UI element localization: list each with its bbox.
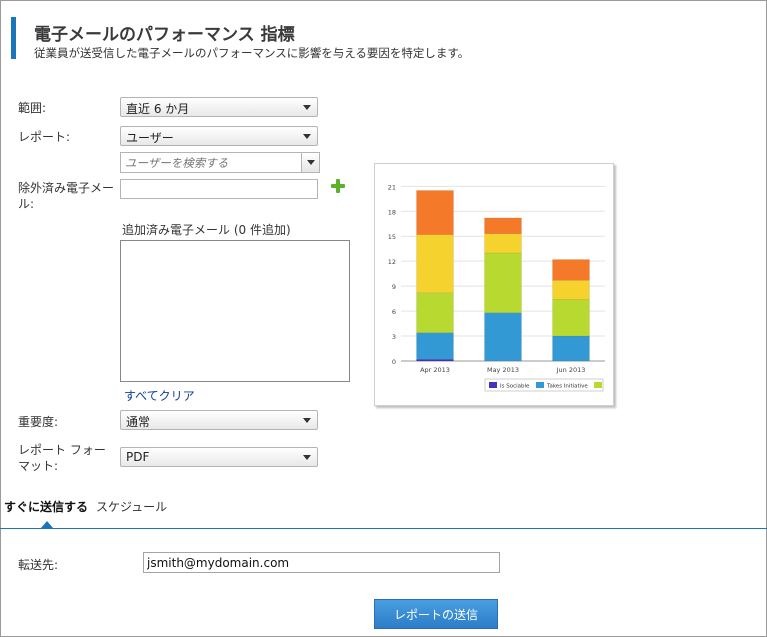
y-tick-label: 21 (388, 183, 396, 191)
chevron-down-icon (307, 160, 315, 165)
range-label: 範囲: (18, 101, 47, 115)
user-search-dropdown-button[interactable] (301, 153, 319, 172)
chevron-down-icon (303, 134, 311, 139)
bar-segment (416, 332, 454, 360)
x-tick-label: Apr 2013 (420, 366, 450, 374)
bar-segment (484, 233, 522, 254)
tab-schedule[interactable]: スケジュール (96, 498, 167, 515)
bar-segment (484, 252, 522, 314)
user-search-combobox[interactable] (120, 152, 320, 173)
importance-select[interactable]: 通常 (120, 410, 318, 430)
range-select[interactable]: 直近 6 か月 (120, 97, 318, 117)
bar-segment (552, 299, 590, 337)
y-tick-label: 0 (392, 358, 396, 366)
legend-swatch (489, 382, 497, 388)
bar-segment (484, 312, 522, 362)
bar-segment (552, 259, 590, 281)
legend-swatch (594, 382, 602, 388)
y-tick-label: 18 (388, 208, 396, 216)
y-tick-label: 12 (388, 258, 396, 266)
stacked-bar-chart: 0 3 6 9 12 15 18 21 Apr 2013 May 2013 Jun 2013 Is S… (388, 183, 605, 392)
report-select[interactable]: ユーザー (120, 126, 318, 146)
legend-label: Is Sociable (500, 384, 530, 390)
chevron-down-icon (303, 105, 311, 110)
range-select-value: 直近 6 か月 (126, 102, 190, 116)
importance-label: 重要度: (18, 415, 59, 429)
send-report-button[interactable]: レポートの送信 (374, 599, 498, 629)
y-tick-label: 3 (392, 333, 396, 341)
tab-send-now[interactable]: すぐに送信する (4, 498, 88, 515)
added-emails-label: 追加済み電子メール (0 件追加) (122, 223, 291, 237)
title-accent-bar (11, 17, 16, 59)
y-tick-label: 9 (392, 283, 396, 291)
tab-divider (0, 528, 767, 529)
bar-segment (416, 292, 454, 333)
importance-select-value: 通常 (126, 415, 151, 429)
legend-label: Takes Initiative (546, 384, 588, 390)
clear-all-link[interactable]: すべてクリア (124, 387, 195, 404)
report-select-value: ユーザー (126, 131, 174, 145)
y-tick-label: 6 (392, 308, 396, 316)
forward-to-input[interactable] (143, 552, 500, 573)
bar-segment (552, 280, 590, 300)
bar-segment (552, 335, 590, 362)
excluded-emails-label: 除外済み電子メール: (18, 181, 115, 211)
report-format-select[interactable]: PDF (120, 447, 318, 467)
bar-segment (416, 190, 454, 235)
report-format-select-value: PDF (126, 450, 150, 464)
x-tick-label: May 2013 (487, 366, 519, 374)
bar-segment (416, 234, 454, 294)
y-tick-label: 15 (388, 233, 396, 241)
chart-preview: 0 3 6 9 12 15 18 21 Apr 2013 May 2013 Jun 2013 Is S… (374, 163, 614, 406)
excluded-email-input[interactable] (120, 179, 318, 199)
user-search-input[interactable] (121, 153, 305, 172)
page-subtitle: 従業員が送受信した電子メールのパフォーマンスに影響を与える要因を特定します。 (34, 46, 470, 60)
legend-swatch (536, 382, 544, 388)
x-tick-label: Jun 2013 (556, 366, 586, 374)
chevron-down-icon (303, 418, 311, 423)
add-plus-icon[interactable] (331, 179, 345, 193)
added-emails-list[interactable] (120, 240, 350, 382)
page-title: 電子メールのパフォーマンス 指標 (34, 25, 295, 45)
report-format-label: レポート フォーマット: (18, 443, 106, 473)
active-tab-pointer (41, 521, 53, 528)
bar-segment (484, 217, 522, 234)
chevron-down-icon (303, 455, 311, 460)
forward-to-label: 転送先: (18, 558, 59, 572)
report-label: レポート: (18, 130, 71, 144)
